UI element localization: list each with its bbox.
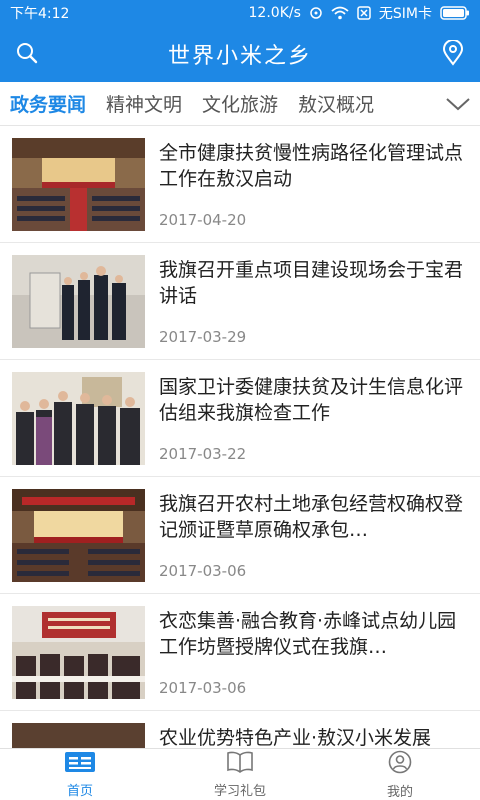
news-title: 全市健康扶贫慢性病路径化管理试点工作在敖汉启动 (159, 142, 464, 190)
news-thumbnail (12, 606, 145, 699)
news-date: 2017-03-06 (159, 679, 247, 697)
app-bar: 世界小米之乡 (0, 26, 480, 82)
chevron-down-icon[interactable] (436, 82, 480, 125)
page-title: 世界小米之乡 (167, 44, 312, 69)
news-title: 衣恋集善·融合教育·赤峰试点幼儿园工作坊暨授牌仪式在我旗… (159, 610, 457, 658)
nav-home[interactable]: 首页 (0, 749, 160, 800)
news-body: 农业优势特色产业·敖汉小米发展 (145, 723, 468, 748)
news-title: 我旗召开重点项目建设现场会于宝君讲话 (159, 259, 464, 307)
news-thumbnail (12, 255, 145, 348)
news-body: 我旗召开农村土地承包经营权确权登记颁证暨草原确权承包… 2017-03-06 (145, 489, 468, 582)
list-item[interactable]: 我旗召开重点项目建设现场会于宝君讲话 2017-03-29 (0, 243, 480, 360)
nav-study-pack-label: 学习礼包 (213, 783, 266, 799)
tab-news[interactable]: 政务要闻 (0, 82, 96, 125)
location-pin-icon[interactable] (438, 38, 468, 68)
status-time: 下午4:12 (10, 6, 70, 22)
news-title: 国家卫计委健康扶贫及计生信息化评估组来我旗检查工作 (159, 376, 464, 424)
tab-civilization[interactable]: 精神文明 (96, 82, 192, 125)
battery-icon (440, 6, 470, 20)
news-date: 2017-03-22 (159, 445, 247, 463)
nav-me[interactable]: 我的 (320, 749, 480, 800)
home-news-icon (64, 751, 96, 777)
user-icon (388, 750, 412, 778)
book-icon (226, 751, 254, 777)
status-indicators: 12.0K/s 无SIM卡 (249, 3, 470, 23)
list-item[interactable]: 农业优势特色产业·敖汉小米发展 (0, 711, 480, 748)
news-body: 衣恋集善·融合教育·赤峰试点幼儿园工作坊暨授牌仪式在我旗… 2017-03-06 (145, 606, 468, 699)
nav-study-pack[interactable]: 学习礼包 (160, 749, 320, 800)
news-date: 2017-03-29 (159, 328, 247, 346)
news-thumbnail (12, 723, 145, 748)
list-item[interactable]: 我旗召开农村土地承包经营权确权登记颁证暨草原确权承包… 2017-03-06 (0, 477, 480, 594)
network-speed: 12.0K/s (248, 5, 301, 21)
search-icon[interactable] (12, 38, 42, 68)
bottom-navigation: 首页 学习礼包 我的 (0, 748, 480, 800)
news-body: 国家卫计委健康扶贫及计生信息化评估组来我旗检查工作 2017-03-22 (145, 372, 468, 465)
list-item[interactable]: 全市健康扶贫慢性病路径化管理试点工作在敖汉启动 2017-04-20 (0, 126, 480, 243)
news-title: 我旗召开农村土地承包经营权确权登记颁证暨草原确权承包… (159, 493, 464, 541)
list-item[interactable]: 国家卫计委健康扶贫及计生信息化评估组来我旗检查工作 2017-03-22 (0, 360, 480, 477)
tab-overview[interactable]: 敖汉概况 (288, 82, 384, 125)
news-thumbnail (12, 138, 145, 231)
status-bar: 下午4:12 12.0K/s 无SIM卡 (0, 0, 480, 26)
news-thumbnail (12, 372, 145, 465)
news-date: 2017-04-20 (159, 211, 247, 229)
nav-me-label: 我的 (386, 784, 413, 800)
news-title: 农业优势特色产业·敖汉小米发展 (159, 727, 432, 748)
news-body: 我旗召开重点项目建设现场会于宝君讲话 2017-03-29 (145, 255, 468, 348)
list-item[interactable]: 衣恋集善·融合教育·赤峰试点幼儿园工作坊暨授牌仪式在我旗… 2017-03-06 (0, 594, 480, 711)
news-list: 全市健康扶贫慢性病路径化管理试点工作在敖汉启动 2017-04-20 我旗召开重… (0, 126, 480, 748)
hotspot-icon (309, 6, 323, 20)
sim-status: 无SIM卡 (378, 6, 432, 22)
nav-home-label: 首页 (66, 783, 93, 799)
tab-culture-tourism[interactable]: 文化旅游 (192, 82, 288, 125)
news-body: 全市健康扶贫慢性病路径化管理试点工作在敖汉启动 2017-04-20 (145, 138, 468, 231)
wifi-icon (331, 6, 349, 20)
no-sim-icon (357, 6, 371, 20)
category-tabs: 政务要闻 精神文明 文化旅游 敖汉概况 (0, 82, 480, 126)
news-thumbnail (12, 489, 145, 582)
news-date: 2017-03-06 (159, 562, 247, 580)
